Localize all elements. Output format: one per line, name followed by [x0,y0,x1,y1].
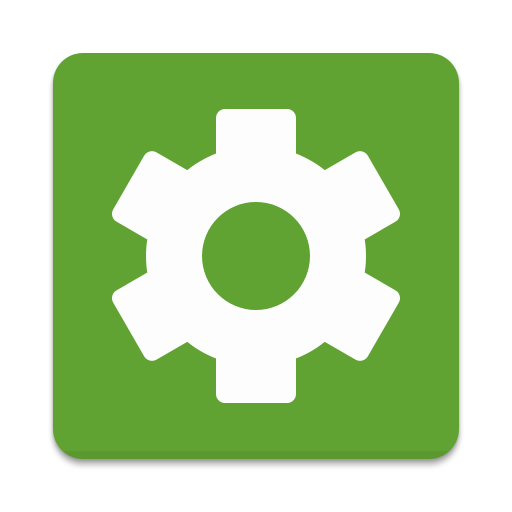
gear-hole [202,202,310,310]
gear-icon [111,109,401,403]
app-icon-stage [0,0,512,512]
